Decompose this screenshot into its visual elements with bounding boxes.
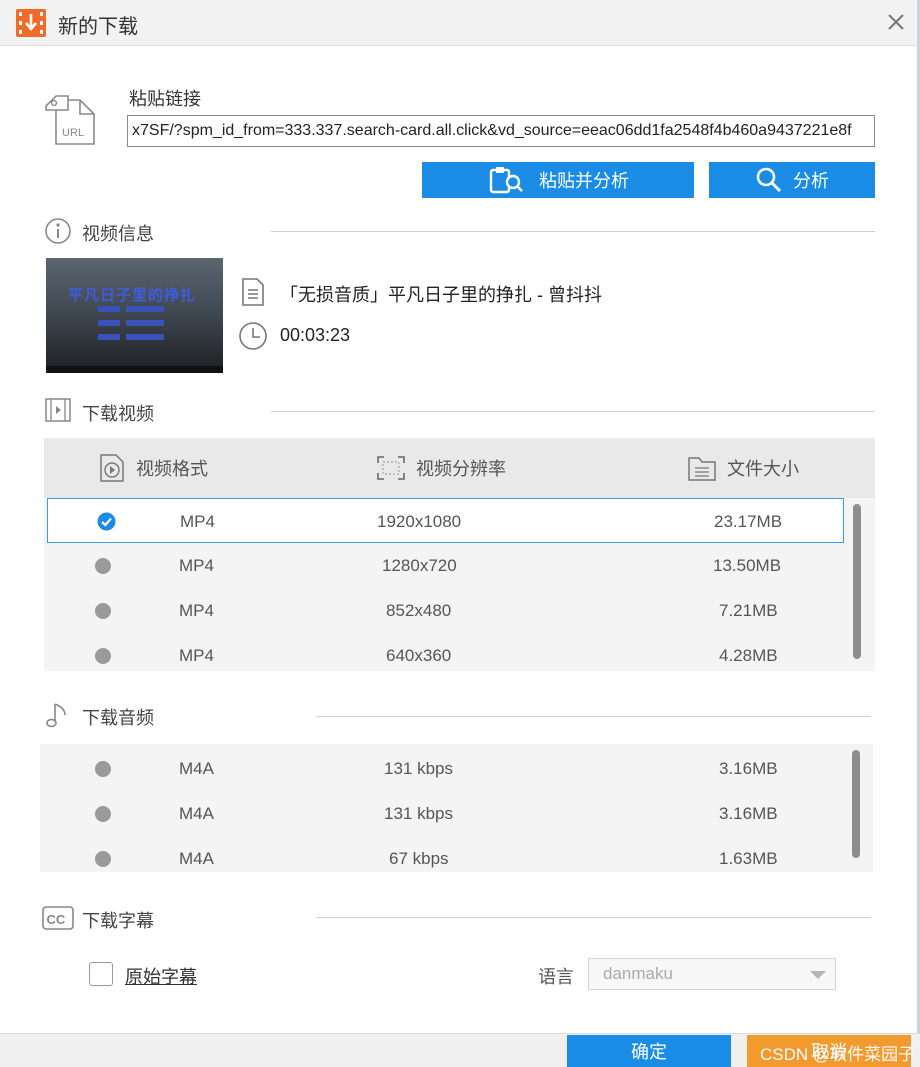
analyze-button[interactable]: 分析 xyxy=(709,162,875,198)
info-icon xyxy=(45,218,71,244)
url-file-icon: URL xyxy=(45,95,95,145)
download-subtitle-title: 下载字幕 xyxy=(82,911,154,931)
title-bar[interactable]: 新的下载 xyxy=(0,0,920,46)
bitrate-cell: 131 kbps xyxy=(384,759,453,778)
format-column-label: 视频格式 xyxy=(136,459,208,479)
radio-dot[interactable] xyxy=(95,806,111,822)
radio-dot[interactable] xyxy=(95,761,111,777)
video-format-icon xyxy=(100,454,124,482)
resolution-column-label: 视频分辨率 xyxy=(416,459,506,479)
video-list-scrollbar[interactable] xyxy=(853,504,861,659)
divider xyxy=(271,411,875,412)
document-icon xyxy=(242,278,264,306)
language-select-value: danmaku xyxy=(603,964,673,983)
ok-button[interactable]: 确定 xyxy=(567,1035,731,1067)
search-icon xyxy=(756,167,782,193)
size-column-label: 文件大小 xyxy=(727,459,799,479)
analyze-label: 分析 xyxy=(793,171,829,191)
url-input[interactable]: x7SF/?spm_id_from=333.337.search-card.al… xyxy=(127,115,875,147)
closed-caption-icon: CC xyxy=(42,906,74,930)
thumbnail-caption: 平凡日子里的挣扎 xyxy=(68,287,197,304)
app-download-icon xyxy=(16,9,46,37)
bitrate-cell: 131 kbps xyxy=(384,804,453,823)
resolution-cell: 852x480 xyxy=(386,601,452,620)
download-audio-title: 下载音频 xyxy=(82,708,154,728)
audio-row-2[interactable]: M4A 131 kbps 3.16MB xyxy=(40,791,840,836)
video-duration: 00:03:23 xyxy=(280,325,351,345)
size-cell: 13.50MB xyxy=(713,556,782,575)
resolution-cell: 1920x1080 xyxy=(377,512,462,531)
video-table-header: 视频格式 视频分辨率 文件大小 xyxy=(44,438,875,498)
svg-text:CC: CC xyxy=(47,912,66,927)
clock-icon xyxy=(239,322,267,350)
video-thumbnail: 平凡日子里的挣扎 xyxy=(46,258,223,373)
chevron-down-icon xyxy=(810,971,826,979)
format-cell: M4A xyxy=(179,759,214,778)
size-cell: 4.28MB xyxy=(719,646,778,665)
size-cell: 23.17MB xyxy=(714,512,783,531)
clipboard-search-icon xyxy=(489,167,523,194)
language-label: 语言 xyxy=(538,967,574,987)
divider xyxy=(316,917,871,918)
format-column-header[interactable]: 视频格式 xyxy=(98,438,208,498)
audio-format-list: M4A 131 kbps 3.16MB M4A 131 kbps 3.16MB … xyxy=(40,744,873,872)
radio-dot[interactable] xyxy=(95,603,111,619)
video-title: 「无损音质」平凡日子里的挣扎 - 曾抖抖 xyxy=(280,285,602,305)
svg-text:URL: URL xyxy=(62,127,84,139)
radio-dot[interactable] xyxy=(95,648,111,664)
video-format-list: MP4 1920x1080 23.17MB MP4 1280x720 13.50… xyxy=(44,498,875,671)
radio-dot[interactable] xyxy=(95,851,111,867)
resolution-column-header[interactable]: 视频分辨率 xyxy=(376,438,506,498)
window-title: 新的下载 xyxy=(58,16,138,38)
original-subtitle-label[interactable]: 原始字幕 xyxy=(125,963,197,989)
divider xyxy=(271,231,875,232)
divider xyxy=(316,716,871,717)
checked-radio-icon[interactable] xyxy=(97,512,116,531)
new-download-dialog: 新的下载 URL 粘贴链接 x7SF/?spm_id_from=333.337.… xyxy=(0,0,920,1067)
folder-file-icon xyxy=(688,457,716,481)
paste-and-analyze-label: 粘贴并分析 xyxy=(539,171,629,191)
format-cell: MP4 xyxy=(180,512,215,531)
language-select[interactable]: danmaku xyxy=(588,958,836,990)
bitrate-cell: 67 kbps xyxy=(389,849,449,868)
resolution-icon xyxy=(377,456,405,480)
format-cell: MP4 xyxy=(179,601,214,620)
paste-and-analyze-button[interactable]: 粘贴并分析 xyxy=(422,162,694,198)
video-info-title: 视频信息 xyxy=(82,224,154,244)
video-row-3[interactable]: MP4 852x480 7.21MB xyxy=(44,588,844,633)
video-row-4[interactable]: MP4 640x360 4.28MB xyxy=(44,633,844,671)
film-icon xyxy=(45,398,71,422)
size-column-header[interactable]: 文件大小 xyxy=(687,438,799,498)
format-cell: M4A xyxy=(179,849,214,868)
format-cell: MP4 xyxy=(179,646,214,665)
watermark: CSDN @软件菜园子 xyxy=(760,1045,916,1064)
audio-row-1[interactable]: M4A 131 kbps 3.16MB xyxy=(40,746,840,791)
format-cell: M4A xyxy=(179,804,214,823)
download-video-title: 下载视频 xyxy=(82,404,154,424)
size-cell: 3.16MB xyxy=(719,759,778,778)
size-cell: 1.63MB xyxy=(719,849,778,868)
audio-list-scrollbar[interactable] xyxy=(852,750,860,858)
size-cell: 7.21MB xyxy=(719,601,778,620)
resolution-cell: 1280x720 xyxy=(382,556,457,575)
format-cell: MP4 xyxy=(179,556,214,575)
audio-row-3[interactable]: M4A 67 kbps 1.63MB xyxy=(40,836,840,872)
music-note-icon xyxy=(46,703,66,728)
resolution-cell: 640x360 xyxy=(386,646,452,665)
size-cell: 3.16MB xyxy=(719,804,778,823)
close-icon[interactable] xyxy=(884,10,908,34)
paste-link-label: 粘贴链接 xyxy=(129,89,201,109)
video-row-1[interactable]: MP4 1920x1080 23.17MB xyxy=(47,498,844,543)
original-subtitle-checkbox[interactable] xyxy=(89,962,113,986)
radio-dot[interactable] xyxy=(95,558,111,574)
video-row-2[interactable]: MP4 1280x720 13.50MB xyxy=(44,543,844,588)
